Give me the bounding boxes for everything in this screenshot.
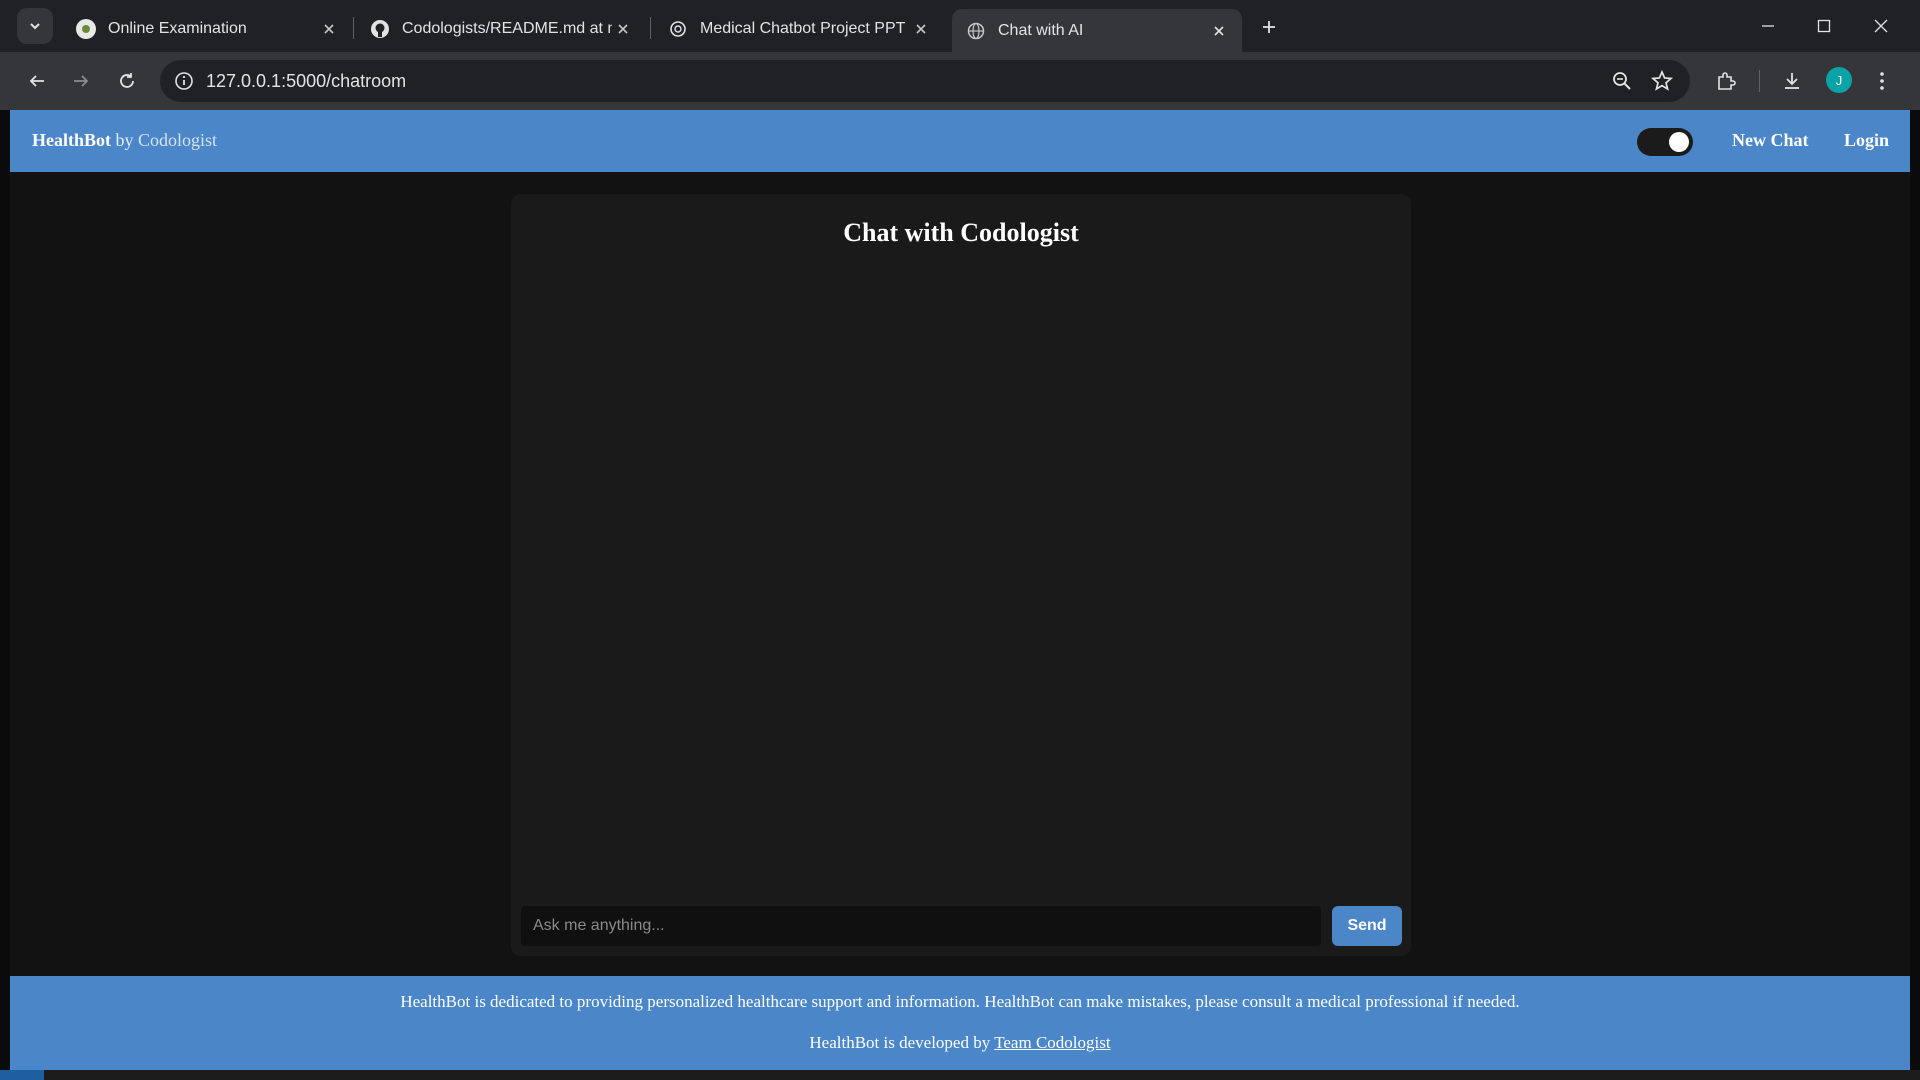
- chat-container: Chat with Codologist Send: [511, 194, 1411, 956]
- close-tab-icon[interactable]: [318, 18, 340, 40]
- site-navbar: HealthBot by Codologist New Chat Login: [10, 110, 1910, 172]
- kebab-menu-icon: [1880, 72, 1884, 90]
- minimize-icon: [1762, 25, 1774, 27]
- webpage: HealthBot by Codologist New Chat Login C…: [10, 110, 1910, 1070]
- maximize-icon: [1817, 19, 1831, 33]
- tab-title: Codologists/README.md at ma: [402, 20, 612, 37]
- back-button[interactable]: [20, 64, 54, 98]
- close-tab-icon[interactable]: [1208, 20, 1230, 42]
- browser-menu-button[interactable]: [1866, 65, 1898, 97]
- tab-title: Chat with AI: [998, 21, 1084, 39]
- footer-developed-by: HealthBot is developed by: [809, 1033, 991, 1052]
- address-bar[interactable]: 127.0.0.1:5000/chatroom: [160, 60, 1690, 102]
- brand-name: HealthBot: [32, 130, 111, 150]
- close-window-button[interactable]: [1853, 6, 1909, 46]
- url-text[interactable]: 127.0.0.1:5000/chatroom: [206, 71, 406, 92]
- send-button[interactable]: Send: [1332, 906, 1402, 946]
- taskbar-edge: [0, 1070, 1920, 1080]
- globe-icon: [966, 21, 986, 41]
- exam-favicon-icon: [76, 19, 96, 39]
- brand-logo[interactable]: HealthBot by Codologist: [32, 130, 217, 151]
- tab-separator: [353, 17, 354, 39]
- puzzle-icon: [1718, 72, 1736, 90]
- login-link[interactable]: Login: [1844, 130, 1889, 151]
- close-icon: [1874, 19, 1888, 33]
- brand-by: by: [115, 130, 134, 150]
- tab-strip: Online Examination Codologists/README.md…: [0, 0, 1920, 52]
- github-icon: [370, 19, 390, 39]
- team-codologist-link[interactable]: Team Codologist: [994, 1033, 1110, 1052]
- arrow-left-icon: [29, 75, 44, 87]
- chat-messages-area[interactable]: [521, 268, 1401, 868]
- tab-title: Online Examination: [108, 20, 247, 37]
- bookmark-star-icon[interactable]: [1650, 69, 1674, 93]
- new-tab-button[interactable]: [1254, 12, 1284, 42]
- arrow-right-icon: [74, 75, 89, 87]
- toolbar-divider: [1759, 70, 1760, 92]
- minimize-button[interactable]: [1740, 6, 1796, 46]
- brand-by-name: Codologist: [138, 130, 218, 150]
- browser-chrome: Online Examination Codologists/README.md…: [0, 0, 1920, 110]
- site-info-icon[interactable]: [172, 69, 196, 93]
- downloads-button[interactable]: [1776, 65, 1808, 97]
- zoom-icon[interactable]: [1610, 69, 1634, 93]
- new-chat-link[interactable]: New Chat: [1732, 130, 1809, 151]
- openai-icon: [668, 19, 688, 39]
- reload-icon: [120, 73, 134, 88]
- start-button-edge: [0, 1070, 44, 1080]
- forward-button[interactable]: [64, 64, 98, 98]
- tab-chat-with-ai[interactable]: Chat with AI: [952, 9, 1242, 52]
- tab-separator: [650, 17, 651, 39]
- tab-online-examination[interactable]: Online Examination: [62, 9, 352, 49]
- tab-search-button[interactable]: [17, 8, 53, 44]
- reload-button[interactable]: [110, 64, 144, 98]
- footer-credits: HealthBot is developed by Team Codologis…: [10, 1033, 1910, 1053]
- profile-avatar[interactable]: J: [1826, 67, 1852, 93]
- close-tab-icon[interactable]: [612, 18, 634, 40]
- tab-medical-chatbot-ppt[interactable]: Medical Chatbot Project PPT: [654, 9, 944, 49]
- download-icon: [1785, 73, 1799, 89]
- close-tab-icon[interactable]: [910, 18, 932, 40]
- toggle-knob: [1669, 132, 1689, 152]
- chevron-down-icon: [30, 23, 40, 30]
- chat-message-input[interactable]: [521, 906, 1321, 946]
- site-footer: HealthBot is dedicated to providing pers…: [10, 976, 1910, 1070]
- tab-title: Medical Chatbot Project PPT: [700, 20, 906, 37]
- maximize-button[interactable]: [1796, 6, 1852, 46]
- browser-toolbar: 127.0.0.1:5000/chatroom: [0, 52, 1920, 110]
- theme-toggle[interactable]: [1637, 128, 1693, 156]
- tab-codologists-readme[interactable]: Codologists/README.md at ma: [356, 9, 646, 49]
- extensions-button[interactable]: [1710, 65, 1742, 97]
- plus-icon: [1263, 21, 1275, 33]
- chat-title: Chat with Codologist: [843, 218, 1079, 247]
- footer-disclaimer: HealthBot is dedicated to providing pers…: [400, 992, 1520, 1011]
